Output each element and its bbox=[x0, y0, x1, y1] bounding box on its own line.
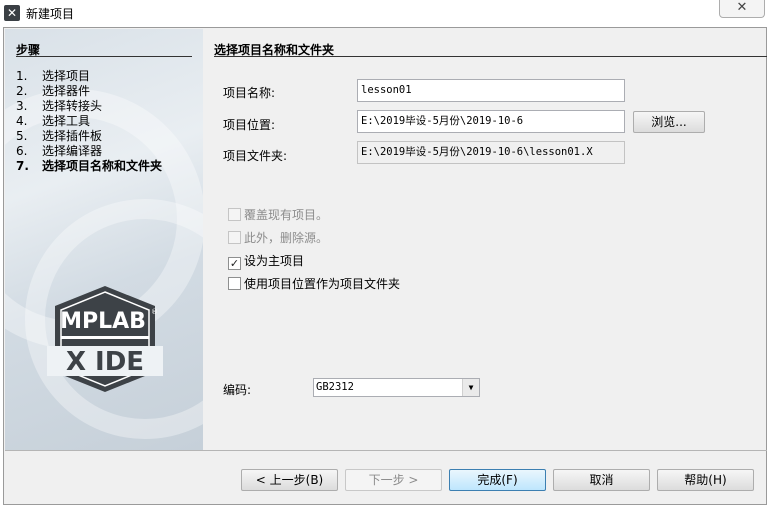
svg-text:X IDE: X IDE bbox=[66, 347, 144, 377]
mplab-x-ide-logo: MPLAB ® X IDE bbox=[47, 286, 163, 392]
project-location-label: 项目位置: bbox=[223, 118, 276, 132]
finish-button[interactable]: 完成(F) bbox=[449, 469, 546, 491]
project-folder-field: E:\2019毕设-5月份\2019-10-6\lesson01.X bbox=[357, 141, 625, 164]
step-item-current: 7. 选择项目名称和文件夹 bbox=[16, 159, 163, 173]
use-location-as-folder-checkbox[interactable]: 使用项目位置作为项目文件夹 bbox=[228, 276, 400, 292]
step-list: 1. 选择项目 2. 选择器件 3. 选择转接头 4. 选择工具 5. 选择插件板 6. 选… bbox=[16, 69, 162, 174]
set-main-project-checkbox[interactable]: ✓ 设为主项目 bbox=[228, 253, 304, 270]
browse-button[interactable]: 浏览... bbox=[633, 111, 705, 133]
close-button[interactable]: ✕ bbox=[719, 0, 765, 18]
project-folder-label: 项目文件夹: bbox=[223, 149, 288, 163]
step-item: 6. 选择编译器 bbox=[16, 144, 103, 158]
checkbox-box bbox=[228, 231, 241, 244]
delete-sources-checkbox[interactable]: 此外，删除源。 bbox=[228, 230, 328, 246]
project-name-input[interactable]: lesson01 bbox=[357, 79, 625, 102]
svg-text:®: ® bbox=[151, 308, 158, 316]
help-button[interactable]: 帮助(H) bbox=[657, 469, 754, 491]
project-name-label: 项目名称: bbox=[223, 86, 276, 100]
mplab-app-icon: ✕ bbox=[4, 5, 20, 21]
main-pane: 选择项目名称和文件夹 项目名称: lesson01 项目位置: E:\2019毕… bbox=[203, 29, 767, 450]
svg-text:MPLAB: MPLAB bbox=[60, 309, 146, 334]
title-bar: ✕ 新建项目 ✕ bbox=[0, 0, 770, 26]
cancel-button[interactable]: 取消 bbox=[553, 469, 650, 491]
checkmark-icon: ✓ bbox=[228, 257, 241, 270]
encoding-select[interactable]: GB2312 ▼ bbox=[313, 378, 480, 397]
step-item: 1. 选择项目 bbox=[16, 69, 91, 83]
window-title: 新建项目 bbox=[26, 7, 75, 21]
chevron-down-icon[interactable]: ▼ bbox=[462, 379, 479, 396]
step-item: 3. 选择转接头 bbox=[16, 99, 103, 113]
encoding-label: 编码: bbox=[223, 383, 252, 397]
project-location-input[interactable]: E:\2019毕设-5月份\2019-10-6 bbox=[357, 110, 625, 133]
encoding-value: GB2312 bbox=[316, 381, 354, 393]
step-item: 2. 选择器件 bbox=[16, 84, 91, 98]
overwrite-project-checkbox[interactable]: 覆盖现有项目。 bbox=[228, 207, 328, 223]
checkbox-box bbox=[228, 208, 241, 221]
checkbox-box bbox=[228, 277, 241, 290]
step-item: 5. 选择插件板 bbox=[16, 129, 103, 143]
step-item: 4. 选择工具 bbox=[16, 114, 91, 128]
footer-divider bbox=[5, 450, 767, 451]
next-button[interactable]: 下一步 > bbox=[345, 469, 442, 491]
steps-divider bbox=[16, 56, 192, 57]
section-divider bbox=[214, 56, 767, 57]
wizard-frame: 步骤 1. 选择项目 2. 选择器件 3. 选择转接头 4. 选择工具 5. 选择插件板 … bbox=[3, 27, 767, 505]
steps-pane: 步骤 1. 选择项目 2. 选择器件 3. 选择转接头 4. 选择工具 5. 选择插件板 … bbox=[5, 29, 203, 450]
back-button[interactable]: < 上一步(B) bbox=[241, 469, 338, 491]
